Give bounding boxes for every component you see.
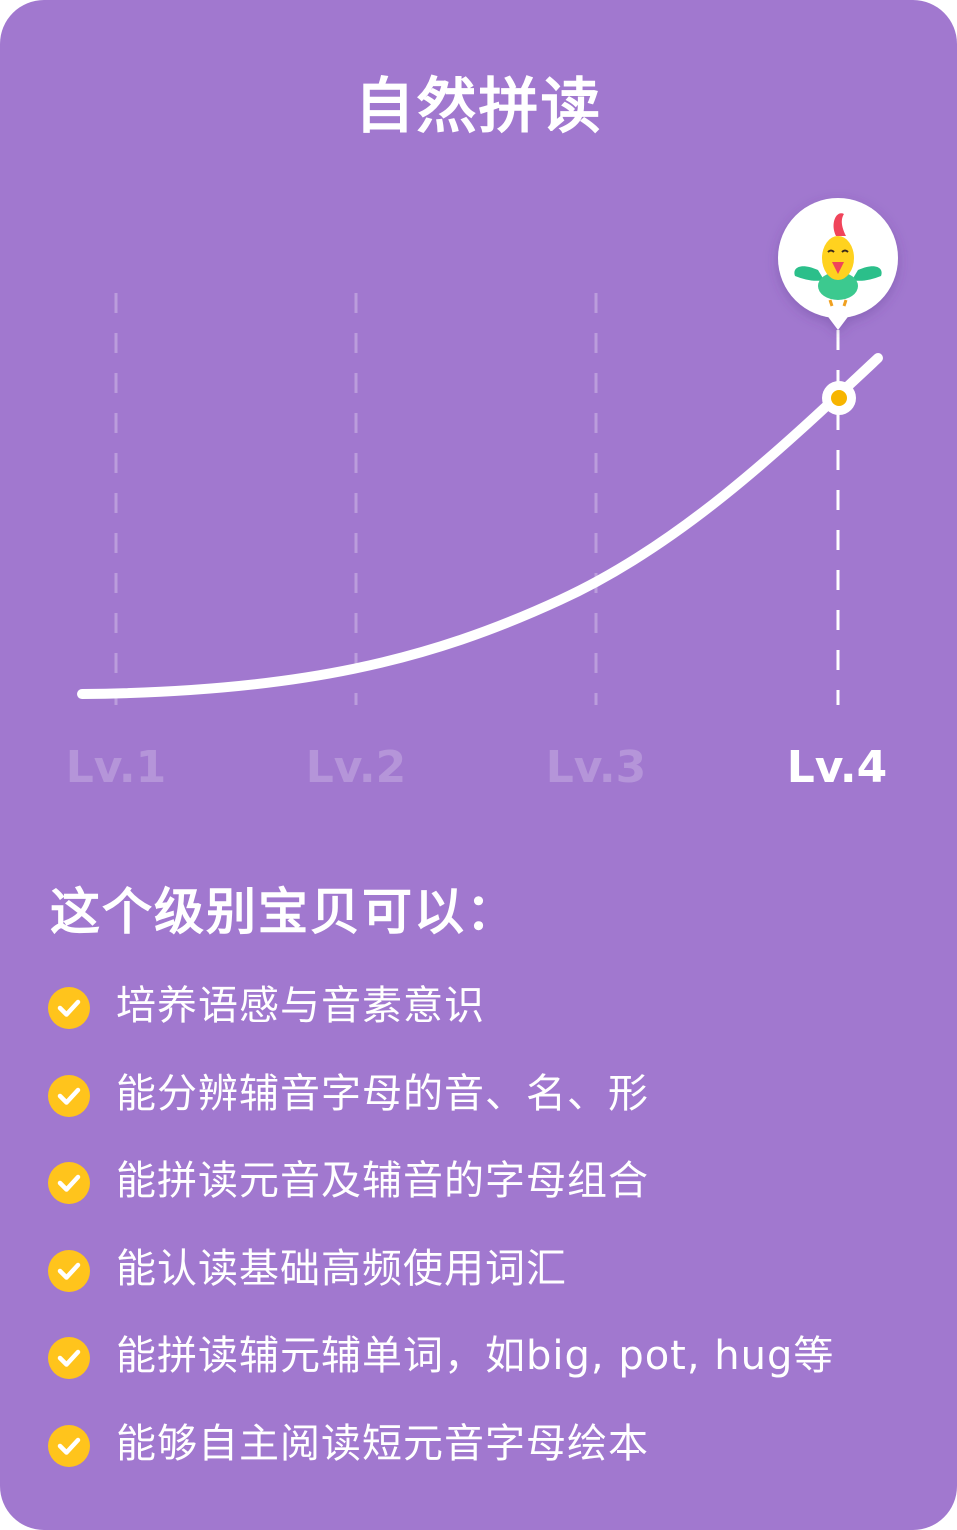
check-circle-icon [48,1162,90,1204]
current-level-marker-core [831,390,847,406]
list-item-text: 能认读基础高频使用词汇 [116,1245,567,1292]
check-circle-icon [48,1424,90,1467]
check-circle-icon [48,1337,90,1379]
check-circle-icon [48,1249,90,1292]
list-item-text: 培养语感与音素意识 [116,983,485,1029]
level-label-lv4: Lv.4 [786,742,888,793]
list-item-text: 能拼读辅元辅单词，如big, pot, hug等 [116,1333,835,1379]
level-label-lv2: Lv.2 [305,742,407,793]
list-item-text: 能分辨辅音字母的音、名、形 [116,1070,649,1117]
level-label-lv1: Lv.1 [65,742,167,793]
level-progress-chart [77,198,898,705]
list-item-text: 能拼读元音及辅音的字母组合 [116,1158,649,1204]
list-item-text: 能够自主阅读短元音字母绘本 [116,1420,649,1467]
page-title: 自然拼读 [354,72,603,142]
course-level-card: 自然拼读 Lv.1 Lv.2 Lv.3 Lv.4 这个级别宝贝可以： 培养语感与… [0,0,957,1530]
check-circle-icon [48,987,90,1029]
progress-curve [77,353,883,699]
check-circle-icon [48,1074,90,1117]
level-label-lv3: Lv.3 [545,742,647,793]
section-heading: 这个级别宝贝可以： [50,883,518,941]
